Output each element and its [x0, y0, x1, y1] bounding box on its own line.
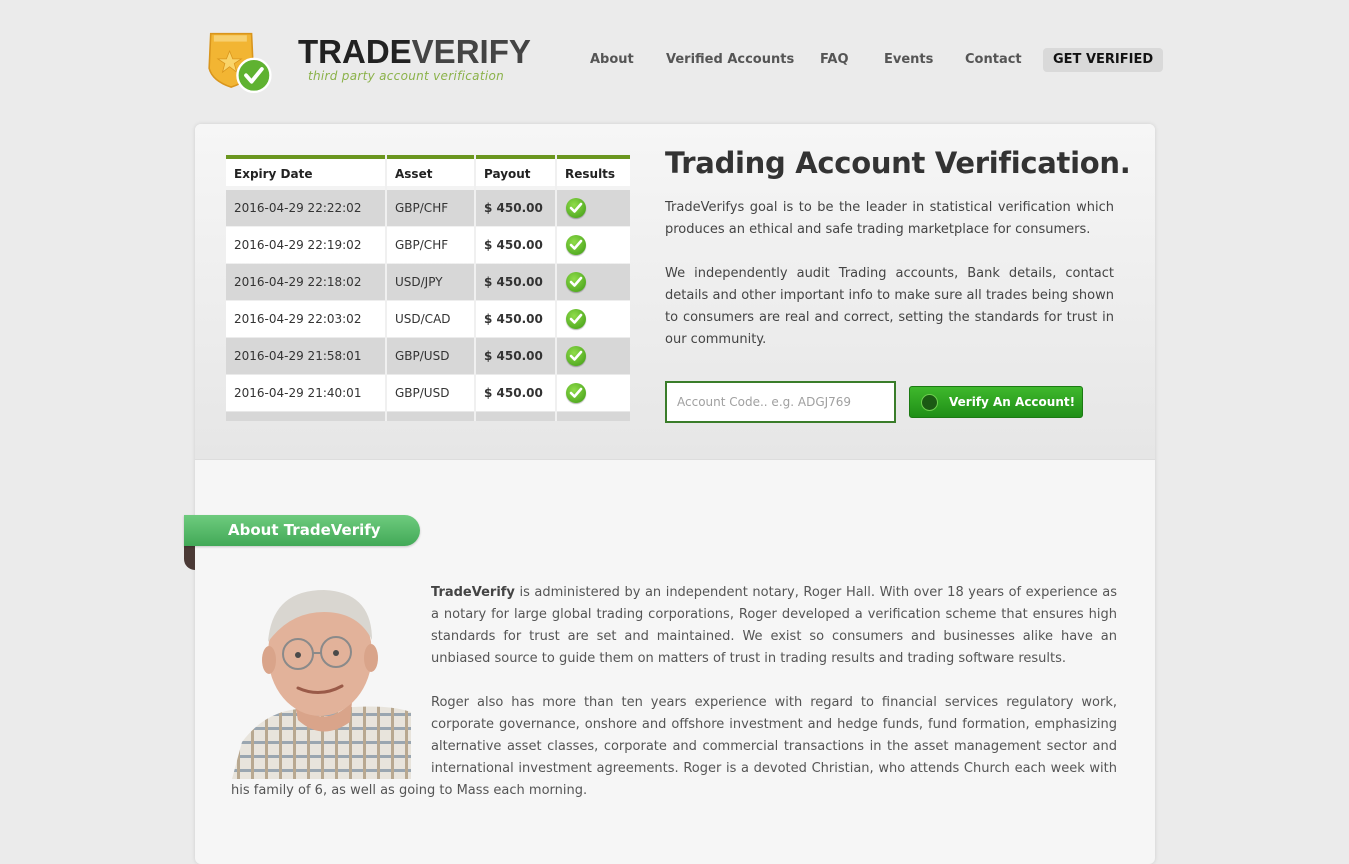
page-title: Trading Account Verification. — [665, 146, 1131, 180]
check-icon — [566, 272, 586, 292]
nav-events[interactable]: Events — [884, 48, 933, 72]
brand-name: TradeVerify — [431, 585, 515, 600]
payout-cell: $ 450.00 — [476, 338, 555, 374]
nav-contact[interactable]: Contact — [965, 48, 1022, 72]
table-row: 2016-04-29 21:58:01 GBP/USD $ 450.00 — [226, 338, 630, 375]
table-row: 2016-04-29 22:19:02 GBP/CHF $ 450.00 — [226, 227, 630, 264]
column-header: Results — [557, 155, 630, 186]
asset-cell: USD/CAD — [387, 301, 474, 337]
table-row: 2016-04-29 21:40:01 GBP/USD $ 450.00 — [226, 375, 630, 412]
asset-cell: GBP/USD — [387, 375, 474, 411]
main-nav: About Verified Accounts FAQ Events Conta… — [0, 48, 1349, 72]
table-row-partial — [226, 412, 630, 421]
expiry-date-cell: 2016-04-29 22:19:02 — [226, 227, 385, 263]
ribbon-fold — [184, 546, 195, 570]
column-header: Payout — [476, 155, 555, 186]
expiry-date-cell: 2016-04-29 22:22:02 — [226, 190, 385, 226]
payout-cell: $ 450.00 — [476, 375, 555, 411]
result-cell — [557, 375, 630, 411]
main-panel: Expiry Date Asset Payout Results 2016-04… — [184, 124, 1155, 864]
nav-verified-accounts[interactable]: Verified Accounts — [666, 48, 794, 72]
result-cell — [557, 227, 630, 263]
intro-paragraph: We independently audit Trading accounts,… — [665, 266, 1114, 347]
check-icon — [566, 198, 586, 218]
hero-section: Expiry Date Asset Payout Results 2016-04… — [195, 124, 1155, 460]
asset-cell: USD/JPY — [387, 264, 474, 300]
expiry-date-cell: 2016-04-29 22:03:02 — [226, 301, 385, 337]
verify-account-label: Verify An Account! — [949, 395, 1076, 409]
nav-faq[interactable]: FAQ — [820, 48, 849, 72]
asset-cell: GBP/CHF — [387, 190, 474, 226]
asset-cell: GBP/CHF — [387, 227, 474, 263]
result-cell — [557, 301, 630, 337]
column-divider — [474, 155, 476, 421]
nav-get-verified-button[interactable]: GET VERIFIED — [1043, 48, 1164, 72]
payout-cell: $ 450.00 — [476, 227, 555, 263]
intro-paragraph: TradeVerifys goal is to be the leader in… — [665, 200, 1114, 237]
column-divider — [385, 155, 387, 421]
result-cell — [557, 338, 630, 374]
expiry-date-cell: 2016-04-29 22:18:02 — [226, 264, 385, 300]
check-icon — [566, 383, 586, 403]
column-header: Asset — [387, 155, 474, 186]
column-divider — [555, 155, 557, 421]
table-row: 2016-04-29 22:03:02 USD/CAD $ 450.00 — [226, 301, 630, 338]
check-icon — [566, 346, 586, 366]
check-icon — [566, 309, 586, 329]
payout-cell: $ 450.00 — [476, 264, 555, 300]
about-heading-ribbon: About TradeVerify — [184, 515, 420, 546]
table-row: 2016-04-29 22:22:02 GBP/CHF $ 450.00 — [226, 190, 630, 227]
arrow-circle-icon — [921, 394, 938, 411]
about-body: TradeVerify is administered by an indepe… — [231, 582, 1117, 824]
section-heading: About TradeVerify — [228, 521, 381, 539]
account-code-input[interactable] — [665, 381, 896, 423]
expiry-date-cell: 2016-04-29 21:40:01 — [226, 375, 385, 411]
asset-cell: GBP/USD — [387, 338, 474, 374]
verify-account-button[interactable]: Verify An Account! — [909, 386, 1083, 418]
column-header: Expiry Date — [226, 155, 385, 186]
result-cell — [557, 190, 630, 226]
expiry-date-cell: 2016-04-29 21:58:01 — [226, 338, 385, 374]
table-header: Expiry Date Asset Payout Results — [226, 155, 630, 190]
payout-cell: $ 450.00 — [476, 190, 555, 226]
nav-about[interactable]: About — [590, 48, 634, 72]
check-icon — [566, 235, 586, 255]
result-cell — [557, 264, 630, 300]
verified-results-table: Expiry Date Asset Payout Results 2016-04… — [226, 155, 630, 421]
table-row: 2016-04-29 22:18:02 USD/JPY $ 450.00 — [226, 264, 630, 301]
payout-cell: $ 450.00 — [476, 301, 555, 337]
